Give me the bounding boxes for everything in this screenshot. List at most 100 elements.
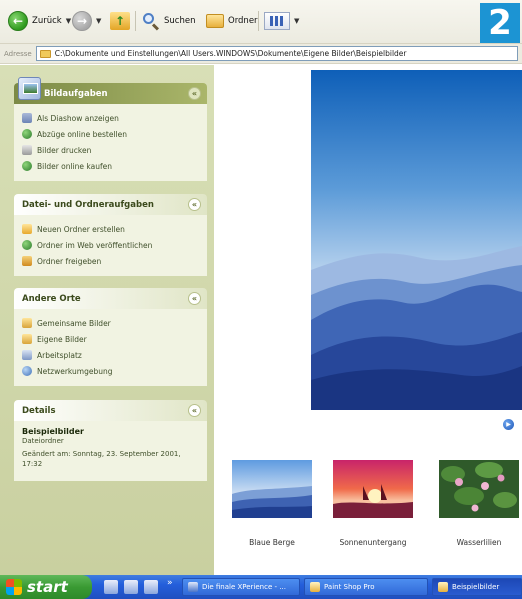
task-label: Abzüge online bestellen [37,129,127,139]
quicklaunch-desktop-icon[interactable] [144,580,158,594]
place-label: Arbeitsplatz [37,350,82,360]
panel-title: Details [22,405,56,416]
slideshow-icon [22,113,32,123]
search-label: Suchen [164,16,196,26]
address-path: C:\Dokumente und Einstellungen\All Users… [54,49,407,58]
address-field[interactable]: C:\Dokumente und Einstellungen\All Users… [35,46,518,61]
other-places-panel: Andere Orte « Gemeinsame Bilder Eigene B… [14,288,207,386]
toolbar-separator [135,11,136,31]
quicklaunch-explorer-icon[interactable] [124,580,138,594]
share-folder-icon [22,256,32,266]
folder-icon [22,318,32,328]
views-button[interactable]: ▼ [264,10,299,32]
task-print-pictures[interactable]: Bilder drucken [22,142,199,158]
folders-button[interactable]: Ordner [206,10,258,32]
picture-tasks-icon [18,77,41,100]
task-label: Neuen Ordner erstellen [37,224,125,234]
computer-icon [22,350,32,360]
search-button[interactable]: Suchen [142,10,195,32]
thumbnail-label: Wasserlilien [456,538,502,547]
task-order-prints[interactable]: Abzüge online bestellen [22,126,199,142]
blue-hills-thumbnail [232,460,312,518]
panel-title: Datei- und Ordneraufgaben [22,199,154,210]
other-places-header[interactable]: Andere Orte « [14,288,207,309]
thumbnail-label: Blaue Berge [249,538,295,547]
place-shared-pictures[interactable]: Gemeinsame Bilder [22,315,199,331]
globe-icon [22,240,32,250]
other-places-body: Gemeinsame Bilder Eigene Bilder Arbeitsp… [14,309,207,386]
task-label: Bilder online kaufen [37,161,112,171]
task-buy-pictures[interactable]: Bilder online kaufen [22,158,199,174]
folder-icon [438,582,448,592]
thumbnail-item[interactable]: Sonnenuntergang [333,460,413,547]
chevron-down-icon: ▼ [65,17,72,25]
printer-icon [22,145,32,155]
task-new-folder[interactable]: Neuen Ordner erstellen [22,221,199,237]
details-folder-name: Beispielbilder [22,427,84,436]
file-folder-tasks-body: Neuen Ordner erstellen Ordner im Web ver… [14,215,207,276]
step-badge: 2 [480,3,520,43]
network-icon [22,366,32,376]
image-preview[interactable] [311,70,522,410]
place-label: Netzwerkumgebung [37,366,113,376]
sunset-thumbnail [333,460,413,518]
thumbnail-item[interactable]: Wasserlilien [439,460,519,547]
content-area: ▶ Blaue Berge Sonnenuntergang Wasserlili… [214,65,522,575]
chevron-right-icon[interactable]: » [167,578,173,588]
collapse-icon[interactable]: « [188,292,201,305]
forward-button[interactable]: → ▼ [72,10,101,32]
thumbnail-item[interactable]: Blaue Berge [232,460,312,547]
collapse-icon[interactable]: « [188,198,201,211]
taskbar-item-paintshop[interactable]: Paint Shop Pro [304,578,428,596]
task-pane: Bildaufgaben « Als Diashow anzeigen Abzü… [0,65,214,575]
task-label: Ordner freigeben [37,256,102,266]
globe-icon [22,161,32,171]
panel-title: Bildaufgaben [44,88,108,99]
task-label: Ordner im Web veröffentlichen [37,240,153,250]
toolbar-separator [258,11,259,31]
task-slideshow[interactable]: Als Diashow anzeigen [22,110,199,126]
task-label: Als Diashow anzeigen [37,113,119,123]
folder-icon [206,14,224,28]
taskbar-item-xperience[interactable]: Die finale XPerience - ... [182,578,300,596]
up-folder-icon: ↑ [110,12,130,30]
panel-title: Andere Orte [22,293,81,304]
place-label: Eigene Bilder [37,334,87,344]
chevron-down-icon: ▼ [96,17,102,25]
place-my-computer[interactable]: Arbeitsplatz [22,347,199,363]
back-button[interactable]: ← Zurück ▼ [8,10,71,32]
details-panel: Details « Beispielbilder Dateiordner Geä… [14,400,207,481]
taskbar-item-label: Beispielbilder [452,583,500,591]
paint-icon [310,582,320,592]
picture-tasks-body: Als Diashow anzeigen Abzüge online beste… [14,104,207,181]
new-folder-icon [22,224,32,234]
place-label: Gemeinsame Bilder [37,318,111,328]
quicklaunch-browser-icon[interactable] [104,580,118,594]
up-folder-button[interactable]: ↑ [110,10,130,32]
place-my-pictures[interactable]: Eigene Bilder [22,331,199,347]
address-label: Adresse [4,49,32,58]
task-share-folder[interactable]: Ordner freigeben [22,253,199,269]
address-bar: Adresse C:\Dokumente und Einstellungen\A… [0,44,522,64]
windows-logo-icon [6,579,22,595]
details-folder-type: Dateiordner [22,437,64,445]
thumbnail-label: Sonnenuntergang [339,538,407,547]
folders-label: Ordner [228,16,258,26]
collapse-icon[interactable]: « [188,87,201,100]
details-header[interactable]: Details « [14,400,207,421]
taskbar: start » Die finale XPerience - ... Paint… [0,575,522,599]
next-image-icon[interactable]: ▶ [503,419,514,430]
place-network[interactable]: Netzwerkumgebung [22,363,199,379]
taskbar-item-beispielbilder[interactable]: Beispielbilder [432,578,522,596]
collapse-icon[interactable]: « [188,404,201,417]
forward-arrow-icon: → [72,11,92,31]
globe-icon [22,129,32,139]
back-arrow-icon: ← [8,11,28,31]
picture-tasks-header[interactable]: Bildaufgaben « [14,83,207,104]
folder-icon [39,49,51,58]
task-publish-web[interactable]: Ordner im Web veröffentlichen [22,237,199,253]
folder-icon [22,334,32,344]
views-icon [264,12,290,30]
file-folder-tasks-header[interactable]: Datei- und Ordneraufgaben « [14,194,207,215]
start-button[interactable]: start [0,575,92,599]
